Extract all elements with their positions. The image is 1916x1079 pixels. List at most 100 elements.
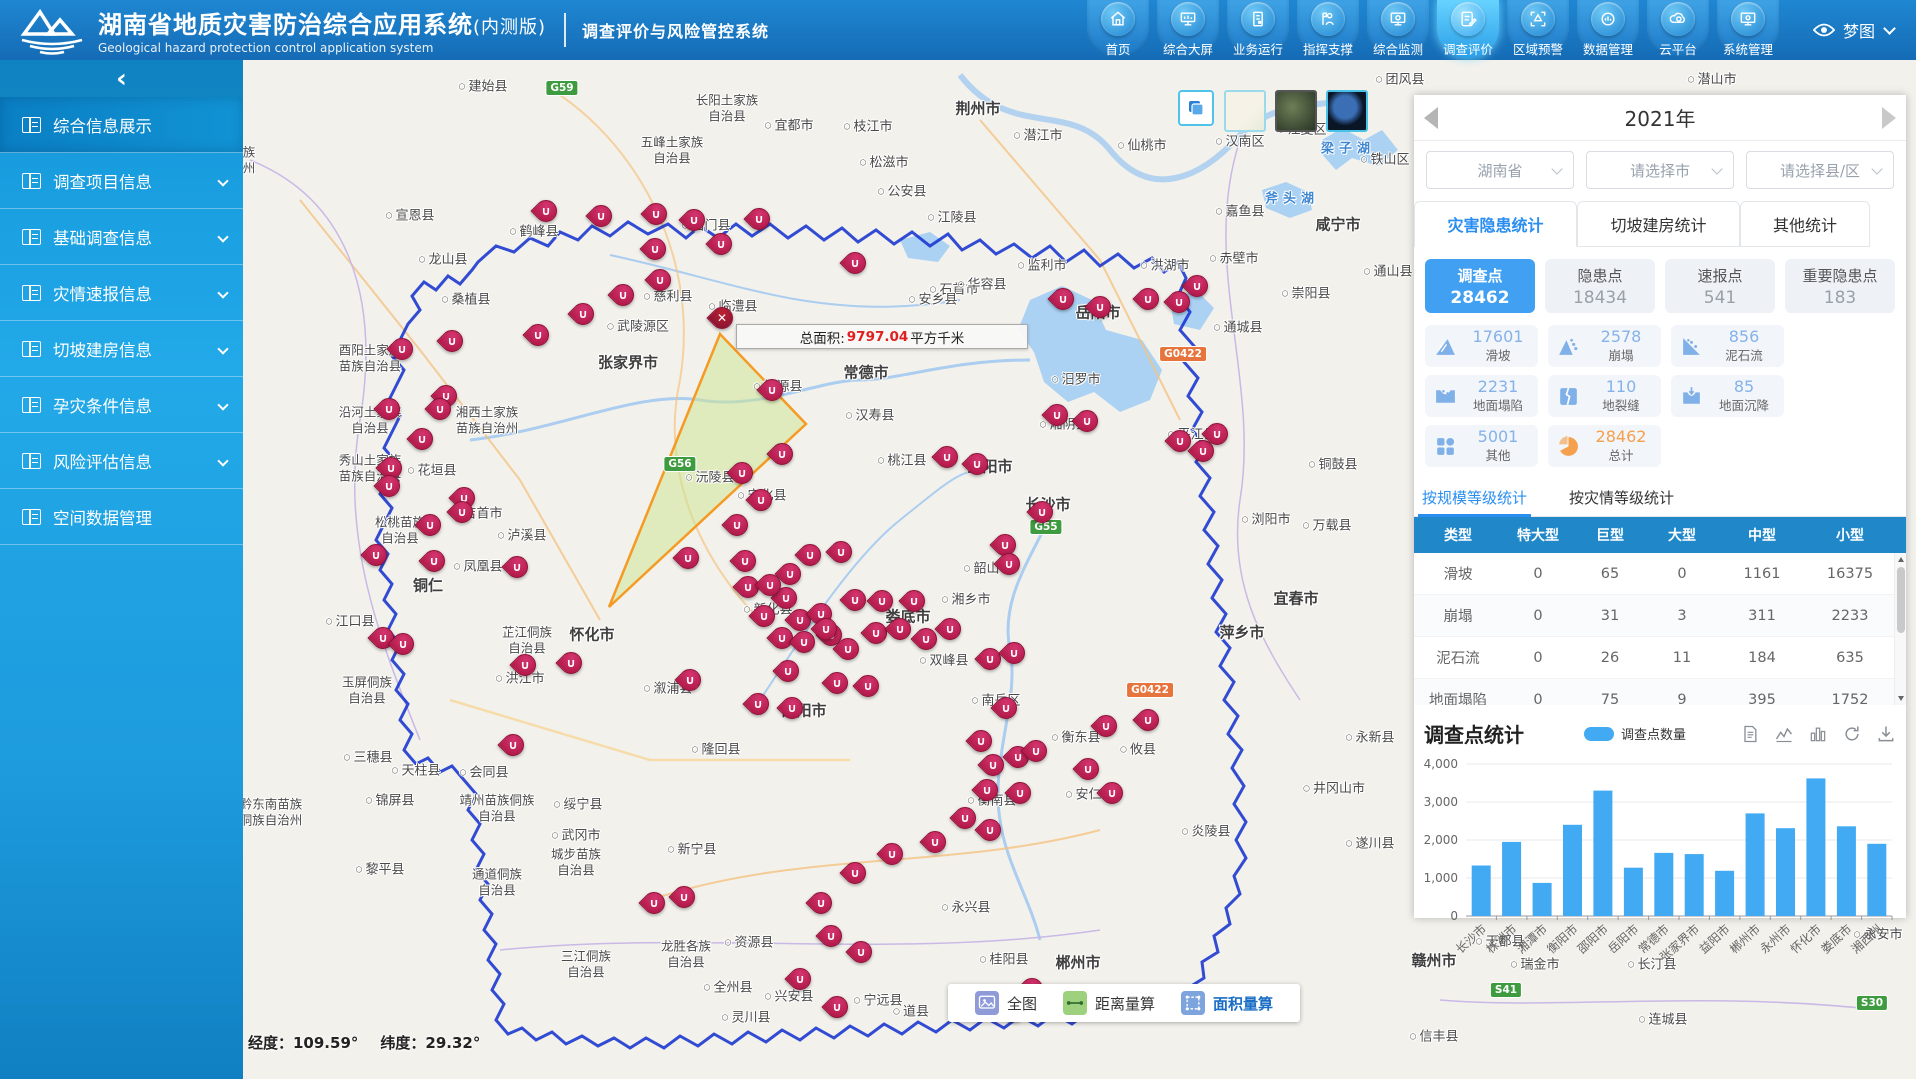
hazard-card-其他[interactable]: 5001其他 bbox=[1425, 425, 1538, 467]
row-value: 395 bbox=[1718, 692, 1806, 706]
nav-item-1[interactable]: 首页 bbox=[1087, 0, 1149, 58]
hazard-card-总计[interactable]: 28462总计 bbox=[1548, 425, 1661, 467]
sidebar-item-7[interactable]: 风险评估信息 bbox=[0, 433, 243, 489]
scroll-down-icon[interactable] bbox=[1898, 696, 1904, 701]
map-tool-距离量算[interactable]: 距离量算 bbox=[1063, 991, 1155, 1015]
chart-bar-娄底市[interactable] bbox=[1837, 826, 1856, 916]
basemap-satellite-thumbnail[interactable] bbox=[1275, 90, 1317, 132]
scroll-up-icon[interactable] bbox=[1898, 557, 1904, 562]
chart-bar-邵阳市[interactable] bbox=[1593, 791, 1612, 916]
region-select-1[interactable]: 湖南省 bbox=[1426, 151, 1574, 189]
chart-bar-湘西州[interactable] bbox=[1867, 844, 1886, 916]
hazard-marker-icon: ∪ bbox=[574, 304, 593, 323]
chevron-down-icon bbox=[1551, 163, 1562, 174]
nav-item-4[interactable]: 指挥支撑 bbox=[1297, 0, 1359, 58]
system-label: 调查评价与风险管控系统 bbox=[582, 18, 769, 42]
nav-item-8[interactable]: 数据管理 bbox=[1577, 0, 1639, 58]
road-badge-G56: G56 bbox=[663, 456, 696, 472]
chart-bar-怀化市[interactable] bbox=[1806, 778, 1825, 916]
layers-icon[interactable] bbox=[1178, 90, 1214, 126]
basemap-globe-thumbnail[interactable] bbox=[1326, 90, 1368, 132]
nav-item-6[interactable]: 调查评价 bbox=[1437, 0, 1499, 58]
hazard-card-地面塌陷[interactable]: 2231地面塌陷 bbox=[1425, 375, 1538, 417]
sidebar-collapse-button[interactable]: ‹ bbox=[0, 60, 243, 97]
subtab-1[interactable]: 按规模等级统计 bbox=[1422, 487, 1527, 516]
sidebar-item-6[interactable]: 孕灾条件信息 bbox=[0, 377, 243, 433]
scrollbar-thumb[interactable] bbox=[1897, 567, 1905, 633]
nav-item-3[interactable]: 业务运行 bbox=[1227, 0, 1289, 58]
chart-bar-益阳市[interactable] bbox=[1715, 871, 1734, 916]
sidebar-item-3[interactable]: 基础调查信息 bbox=[0, 209, 243, 265]
hazard-marker-icon: ∪ bbox=[1091, 297, 1110, 316]
chart-bar-永州市[interactable] bbox=[1776, 828, 1795, 916]
hazard-marker-icon: ∪ bbox=[828, 673, 847, 692]
stat-cards: 调查点28462隐患点18434速报点541重要隐患点183 bbox=[1414, 247, 1906, 313]
sidebar-item-label: 调查项目信息 bbox=[53, 169, 152, 193]
nav-item-10[interactable]: 系统管理 bbox=[1717, 0, 1779, 58]
hazard-type-grid: 17601滑坡2578崩塌856泥石流 2231地面塌陷110地裂缝85地面沉降 5… bbox=[1414, 313, 1906, 471]
nav-item-2[interactable]: 综合大屏 bbox=[1157, 0, 1219, 58]
table-scrollbar[interactable] bbox=[1894, 553, 1906, 705]
year-next-button[interactable] bbox=[1882, 107, 1896, 129]
stat-card-3[interactable]: 速报点541 bbox=[1665, 259, 1775, 313]
sidebar-item-8[interactable]: 空间数据管理 bbox=[0, 489, 243, 545]
hazard-card-地面沉降[interactable]: 85地面沉降 bbox=[1671, 375, 1784, 417]
hazard-marker-icon: ∪ bbox=[859, 676, 878, 695]
hazard-marker-icon: ∪ bbox=[795, 632, 814, 651]
stat-card-label: 隐患点 bbox=[1577, 265, 1622, 286]
user-block[interactable]: 梦图 bbox=[1813, 18, 1894, 42]
nav-item-7[interactable]: 区域预警 bbox=[1507, 0, 1569, 58]
subtab-2[interactable]: 按灾情等级统计 bbox=[1569, 487, 1674, 516]
sidebar-item-1[interactable]: 综合信息展示 bbox=[0, 97, 243, 153]
row-value: 26 bbox=[1574, 650, 1646, 666]
nav-item-5[interactable]: 综合监测 bbox=[1367, 0, 1429, 58]
row-value: 9 bbox=[1646, 692, 1718, 706]
report-icon[interactable] bbox=[1740, 724, 1760, 744]
chart-bar-岳阳市[interactable] bbox=[1624, 868, 1643, 916]
sidebar-item-label: 灾情速报信息 bbox=[53, 281, 152, 305]
tab-3[interactable]: 其他统计 bbox=[1740, 201, 1870, 247]
stat-card-1[interactable]: 调查点28462 bbox=[1425, 259, 1535, 313]
hazard-marker-icon: ∪ bbox=[431, 399, 450, 418]
basemap-street-thumbnail[interactable] bbox=[1224, 90, 1266, 132]
region-select-2[interactable]: 请选择市 bbox=[1586, 151, 1734, 189]
chart-bar-衡阳市[interactable] bbox=[1563, 825, 1582, 916]
hazard-marker-icon: ∪ bbox=[812, 893, 831, 912]
hazard-card-滑坡[interactable]: 17601滑坡 bbox=[1425, 325, 1538, 367]
chart-x-label: 岳阳市 bbox=[1605, 921, 1642, 956]
eye-icon bbox=[1813, 22, 1835, 38]
refresh-icon[interactable] bbox=[1842, 724, 1862, 744]
row-value: 1161 bbox=[1718, 566, 1806, 582]
tab-1[interactable]: 灾害隐患统计 bbox=[1414, 201, 1577, 247]
hazard-card-崩塌[interactable]: 2578崩塌 bbox=[1548, 325, 1661, 367]
download-icon[interactable] bbox=[1876, 724, 1896, 744]
linechart-icon[interactable] bbox=[1774, 724, 1794, 744]
sidebar-item-4[interactable]: 灾情速报信息 bbox=[0, 265, 243, 321]
chart-bar-长沙市[interactable] bbox=[1472, 866, 1491, 917]
stat-card-4[interactable]: 重要隐患点183 bbox=[1785, 259, 1895, 313]
stat-card-value: 18434 bbox=[1573, 288, 1627, 308]
distance-icon bbox=[1063, 991, 1087, 1015]
hazard-marker-icon: ∪ bbox=[679, 548, 698, 567]
hazard-card-泥石流[interactable]: 856泥石流 bbox=[1671, 325, 1784, 367]
stat-card-2[interactable]: 隐患点18434 bbox=[1545, 259, 1655, 313]
nav-item-9[interactable]: 云平台 bbox=[1647, 0, 1709, 58]
tab-2[interactable]: 切坡建房统计 bbox=[1577, 201, 1740, 247]
chart-bar-株洲市[interactable] bbox=[1502, 842, 1521, 916]
chart-bar-张家界市[interactable] bbox=[1685, 854, 1704, 916]
row-value: 0 bbox=[1502, 608, 1574, 624]
chart-bar-常德市[interactable] bbox=[1654, 853, 1673, 916]
row-value: 16375 bbox=[1806, 566, 1894, 582]
region-select-3[interactable]: 请选择县/区 bbox=[1746, 151, 1894, 189]
chart-bar-湘潭市[interactable] bbox=[1533, 883, 1552, 916]
barchart-icon[interactable] bbox=[1808, 724, 1828, 744]
collapse-icon bbox=[1556, 334, 1581, 359]
sidebar-item-5[interactable]: 切坡建房信息 bbox=[0, 321, 243, 377]
map-tool-面积量算[interactable]: 面积量算 bbox=[1181, 991, 1273, 1015]
hazard-card-地裂缝[interactable]: 110地裂缝 bbox=[1548, 375, 1661, 417]
year-prev-button[interactable] bbox=[1424, 107, 1438, 129]
map-tool-全图[interactable]: 全图 bbox=[975, 991, 1037, 1015]
chart-bar-郴州市[interactable] bbox=[1746, 813, 1765, 916]
sidebar-item-2[interactable]: 调查项目信息 bbox=[0, 153, 243, 209]
chart-x-label: 湘西州 bbox=[1848, 921, 1885, 956]
